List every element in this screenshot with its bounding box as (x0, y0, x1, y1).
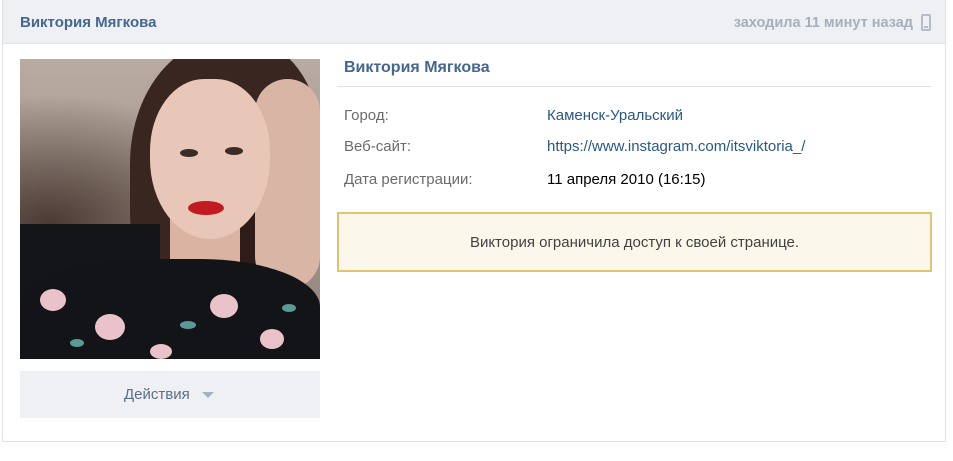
photo-flower (210, 294, 238, 318)
info-label-registration: Дата регистрации: (344, 171, 473, 188)
notice-text: Виктория ограничила доступ к своей стран… (469, 234, 800, 251)
info-value-city[interactable]: Каменск-Уральский (547, 107, 683, 124)
profile-photo[interactable] (20, 59, 320, 359)
photo-eye-right (225, 147, 243, 155)
profile-name: Виктория Мягкова (344, 59, 490, 76)
info-label-city: Город: (344, 107, 389, 124)
profile-card: Виктория Мягкова заходила 11 минут назад… (2, 0, 946, 442)
photo-flower (95, 314, 125, 340)
actions-button[interactable]: Действия (20, 371, 320, 418)
mobile-phone-icon (921, 14, 931, 31)
divider (337, 86, 931, 87)
photo-flower (150, 344, 172, 359)
card-header: Виктория Мягкова заходила 11 минут назад (3, 0, 945, 44)
photo-flower (260, 329, 284, 349)
photo-eye-left (180, 149, 198, 157)
info-label-website: Веб-сайт: (344, 138, 412, 155)
photo-lips (188, 201, 224, 215)
info-value-registration: 11 апреля 2010 (16:15) (547, 171, 706, 188)
last-seen-status: заходила 11 минут назад (733, 15, 913, 31)
photo-leaf (180, 321, 196, 329)
photo-leaf (70, 339, 84, 347)
header-user-name[interactable]: Виктория Мягкова (20, 14, 157, 31)
actions-label: Действия (124, 386, 190, 403)
private-profile-notice: Виктория ограничила доступ к своей стран… (337, 212, 932, 272)
photo-face (150, 79, 270, 239)
caret-down-icon (202, 392, 214, 398)
photo-leaf (282, 304, 296, 312)
info-value-website[interactable]: https://www.instagram.com/itsviktoria_/ (547, 138, 805, 155)
photo-flower (40, 289, 66, 311)
